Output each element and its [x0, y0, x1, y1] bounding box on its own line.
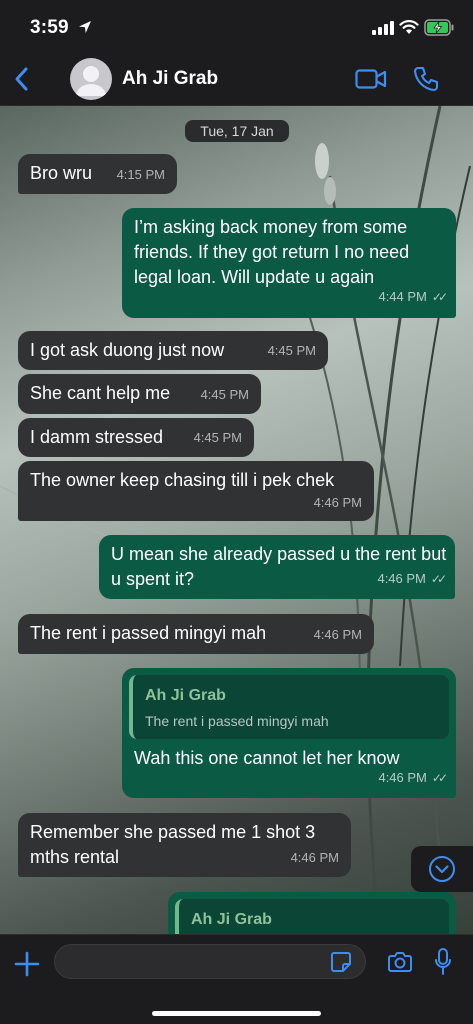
message-time: 4:45 PM: [200, 387, 249, 402]
location-arrow-icon: [79, 21, 91, 33]
message-text: I’m asking back money from some friends.…: [134, 217, 410, 287]
contact-name[interactable]: Ah Ji Grab: [122, 68, 218, 90]
video-camera-icon[interactable]: [355, 68, 387, 90]
cellular-signal-icon: [372, 21, 394, 35]
message-time-status: 4:46 PM ✓✓: [377, 566, 447, 592]
message-incoming[interactable]: I got ask duong just now 4:45 PM: [18, 331, 328, 370]
message-outgoing[interactable]: I’m asking back money from some friends.…: [122, 208, 456, 318]
message-time: 4:46 PM: [377, 571, 426, 586]
scroll-to-bottom-button[interactable]: [411, 846, 473, 892]
message-time: 4:44 PM: [378, 289, 427, 304]
message-time: 4:46 PM: [290, 850, 339, 865]
double-check-icon: ✓✓: [431, 290, 448, 304]
plus-icon[interactable]: [14, 951, 40, 977]
message-incoming[interactable]: The owner keep chasing till i pek chek 4…: [18, 461, 374, 521]
chat-area[interactable]: Tue, 17 Jan Bro wru 4:15 PM I’m asking b…: [0, 106, 473, 934]
message-time: 4:46 PM: [313, 495, 362, 510]
status-time: 3:59: [30, 17, 69, 38]
message-input[interactable]: [54, 944, 366, 979]
microphone-icon[interactable]: [434, 948, 452, 976]
double-check-icon: ✓✓: [430, 572, 447, 586]
date-separator: Tue, 17 Jan: [185, 120, 289, 142]
person-icon: [76, 66, 106, 96]
message-time: 4:45 PM: [193, 430, 242, 445]
message-incoming[interactable]: The rent i passed mingyi mah 4:46 PM: [18, 614, 374, 654]
message-outgoing-reply[interactable]: Ah Ji Grab: [168, 892, 456, 934]
status-bar: 3:59: [0, 0, 473, 52]
chevron-left-icon[interactable]: [12, 66, 32, 92]
message-incoming[interactable]: She cant help me 4:45 PM: [18, 374, 261, 414]
quoted-sender: Ah Ji Grab: [191, 911, 272, 928]
double-check-icon: ✓✓: [431, 771, 448, 785]
message-incoming[interactable]: Remember she passed me 1 shot 3 mths ren…: [18, 813, 351, 877]
message-text: Bro wru: [30, 163, 93, 183]
sticker-icon[interactable]: [330, 951, 352, 973]
message-text: I got ask duong just now: [30, 340, 225, 360]
chevron-down-circle-icon: [429, 856, 455, 882]
message-time: 4:45 PM: [267, 343, 316, 358]
message-time-status: 4:44 PM ✓✓: [378, 284, 448, 310]
message-outgoing-reply[interactable]: Ah Ji Grab The rent i passed mingyi mah …: [122, 668, 456, 798]
message-text: She cant help me: [30, 383, 171, 403]
home-indicator: [152, 1011, 321, 1016]
message-time: 4:46 PM: [313, 627, 362, 642]
quoted-text: The rent i passed mingyi mah: [145, 713, 329, 729]
message-text: Wah this one cannot let her know: [134, 748, 400, 768]
wifi-icon: [399, 20, 419, 34]
message-text: I damm stressed: [30, 427, 164, 447]
message-time: 4:15 PM: [116, 167, 165, 182]
message-time-status: 4:46 PM ✓✓: [378, 765, 448, 791]
message-text: The rent i passed mingyi mah: [30, 623, 267, 643]
message-incoming[interactable]: Bro wru 4:15 PM: [18, 154, 177, 194]
battery-charging-icon: [424, 19, 454, 36]
avatar[interactable]: [70, 58, 112, 100]
quoted-message[interactable]: Ah Ji Grab: [175, 899, 449, 934]
message-time: 4:46 PM: [378, 770, 427, 785]
quoted-sender: Ah Ji Grab: [145, 687, 226, 704]
message-composer: [0, 934, 473, 1024]
camera-icon[interactable]: [387, 951, 413, 973]
phone-icon[interactable]: [413, 66, 439, 92]
chat-header: Ah Ji Grab: [0, 52, 473, 106]
message-incoming[interactable]: I damm stressed 4:45 PM: [18, 418, 254, 457]
message-outgoing[interactable]: U mean she already passed u the rent but…: [99, 535, 455, 599]
quoted-message[interactable]: Ah Ji Grab The rent i passed mingyi mah: [129, 675, 449, 739]
